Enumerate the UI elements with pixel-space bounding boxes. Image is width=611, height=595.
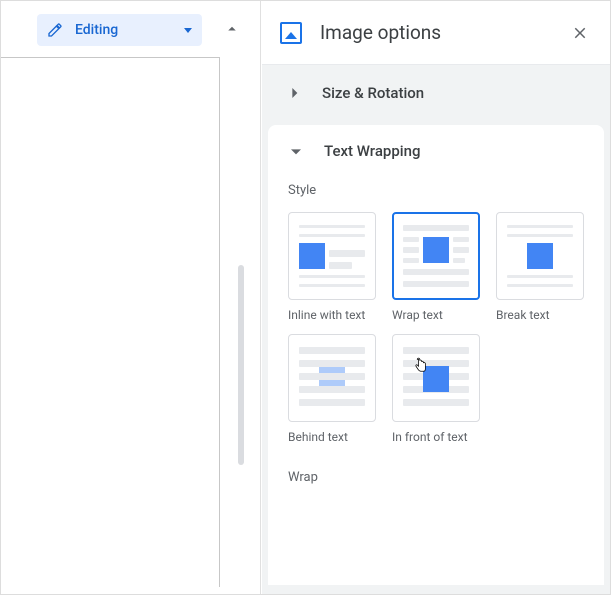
close-panel-button[interactable] xyxy=(564,17,596,49)
thumb-front xyxy=(392,334,480,422)
option-label: Inline with text xyxy=(288,308,365,322)
close-icon xyxy=(571,24,589,42)
thumb-wrap xyxy=(392,212,480,300)
section-title: Text Wrapping xyxy=(324,142,420,160)
style-label: Style xyxy=(288,183,584,198)
option-wrap-text[interactable]: Wrap text xyxy=(392,212,482,322)
section-text-wrapping-header[interactable]: Text Wrapping xyxy=(286,141,586,161)
option-label: Behind text xyxy=(288,430,348,444)
dropdown-caret-icon xyxy=(184,28,192,33)
panel-title: Image options xyxy=(320,21,564,44)
chevron-right-icon xyxy=(284,83,304,103)
thumb-inline xyxy=(288,212,376,300)
section-size-rotation[interactable]: Size & Rotation xyxy=(262,65,610,121)
option-behind-text[interactable]: Behind text xyxy=(288,334,378,444)
option-in-front-of-text[interactable]: In front of text xyxy=(392,334,482,444)
option-label: Wrap text xyxy=(392,308,443,322)
document-left-pane: Editing xyxy=(1,1,261,594)
scrollbar[interactable] xyxy=(238,265,244,465)
document-page-edge xyxy=(1,57,220,587)
image-options-panel: Image options Size & Rotation Text Wrapp… xyxy=(262,1,610,594)
editing-mode-label: Editing xyxy=(75,22,184,38)
wrap-label: Wrap xyxy=(288,470,584,485)
pencil-icon xyxy=(47,22,63,38)
option-label: Break text xyxy=(496,308,550,322)
section-text-wrapping: Text Wrapping Style xyxy=(268,125,604,585)
section-title: Size & Rotation xyxy=(322,84,424,102)
thumb-break xyxy=(496,212,584,300)
thumb-behind xyxy=(288,334,376,422)
chevron-up-icon xyxy=(223,20,241,38)
option-label: In front of text xyxy=(392,430,468,444)
panel-header: Image options xyxy=(262,1,610,65)
collapse-toolbar-button[interactable] xyxy=(214,11,250,47)
wrap-style-options: Inline with text xyxy=(288,212,586,444)
image-icon xyxy=(280,22,302,44)
panel-body: Size & Rotation Text Wrapping Style xyxy=(262,65,610,594)
chevron-down-icon xyxy=(286,141,306,161)
option-inline-with-text[interactable]: Inline with text xyxy=(288,212,378,322)
option-break-text[interactable]: Break text xyxy=(496,212,586,322)
editing-mode-dropdown[interactable]: Editing xyxy=(37,14,202,46)
